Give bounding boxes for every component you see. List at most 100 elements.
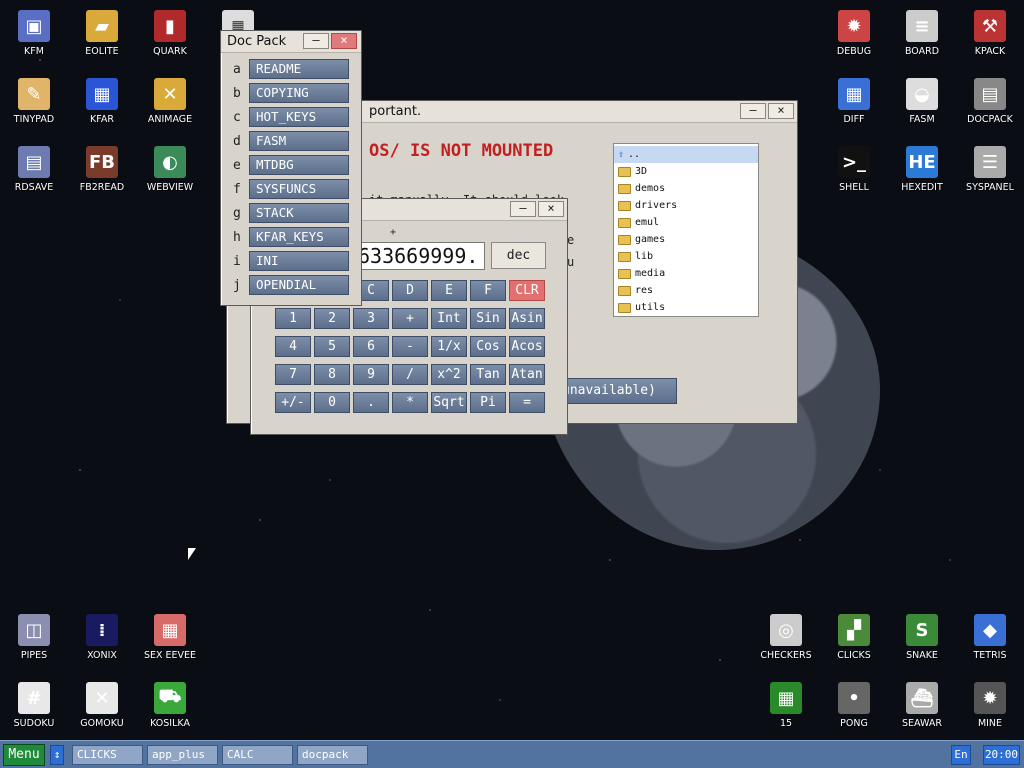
calc-key[interactable]: 2 xyxy=(314,308,350,329)
folder-item[interactable]: media xyxy=(614,265,758,282)
notice-action-button[interactable]: unavailable) xyxy=(557,378,677,404)
folder-item[interactable]: utils xyxy=(614,299,758,316)
calc-key-d[interactable]: D xyxy=(392,280,428,301)
calc-key-f[interactable]: F xyxy=(470,280,506,301)
calc-key[interactable]: 7 xyxy=(275,364,311,385)
docpack-item-stack[interactable]: STACK xyxy=(249,203,349,223)
calc-key[interactable]: Tan xyxy=(470,364,506,385)
minimize-button[interactable]: – xyxy=(740,103,766,119)
calc-key-clr[interactable]: CLR xyxy=(509,280,545,301)
close-button[interactable]: × xyxy=(768,103,794,119)
calc-key[interactable]: 8 xyxy=(314,364,350,385)
docpack-item-opendial[interactable]: OPENDIAL xyxy=(249,275,349,295)
calc-key[interactable]: Asin xyxy=(509,308,545,329)
desktop-icon-gomoku[interactable]: ✕ GOMOKU xyxy=(68,674,136,729)
language-indicator[interactable]: En xyxy=(951,745,971,765)
desktop-icon-kosilka[interactable]: ⛟ KOSILKA xyxy=(136,674,204,729)
taskbar-item-app_plus[interactable]: app_plus xyxy=(147,745,218,765)
desktop-icon-seawar[interactable]: ⛴ SEAWAR xyxy=(888,674,956,729)
docpack-item-sysfuncs[interactable]: SYSFUNCS xyxy=(249,179,349,199)
calc-key[interactable]: 5 xyxy=(314,336,350,357)
desktop-icon-webview[interactable]: ◐ WEBVIEW xyxy=(136,138,204,193)
desktop-icon-board[interactable]: ≡ BOARD xyxy=(888,2,956,57)
docpack-item-fasm[interactable]: FASM xyxy=(249,131,349,151)
docpack-item-copying[interactable]: COPYING xyxy=(249,83,349,103)
calc-key[interactable]: + xyxy=(392,308,428,329)
calc-key[interactable]: 6 xyxy=(353,336,389,357)
desktop-icon-docpack[interactable]: ▤ DOCPACK xyxy=(956,70,1024,125)
desktop-icon-pipes[interactable]: ◫ PIPES xyxy=(0,606,68,661)
taskbar-item-docpack[interactable]: docpack xyxy=(297,745,368,765)
calc-key[interactable]: x^2 xyxy=(431,364,467,385)
clock[interactable]: 20:00 xyxy=(983,745,1020,765)
desktop-icon-hexedit[interactable]: HE HEXEDIT xyxy=(888,138,956,193)
file-list[interactable]: ⇧.. 3D demos drivers emul games lib media res uti… xyxy=(613,143,759,317)
calc-key[interactable]: 0 xyxy=(314,392,350,413)
calc-key[interactable]: * xyxy=(392,392,428,413)
desktop-icon-fb2read[interactable]: FB FB2READ xyxy=(68,138,136,193)
folder-item[interactable]: games xyxy=(614,231,758,248)
calc-key[interactable]: = xyxy=(509,392,545,413)
calc-key[interactable]: 1 xyxy=(275,308,311,329)
desktop-icon-mine[interactable]: ✹ MINE xyxy=(956,674,1024,729)
folder-item[interactable]: emul xyxy=(614,214,758,231)
calc-key[interactable]: Atan xyxy=(509,364,545,385)
desktop-icon-shell[interactable]: >_ SHELL xyxy=(820,138,888,193)
calc-minimize-button[interactable]: – xyxy=(510,201,536,217)
calc-key[interactable]: - xyxy=(392,336,428,357)
desktop-icon-tinypad[interactable]: ✎ TINYPAD xyxy=(0,70,68,125)
docpack-item-mtdbg[interactable]: MTDBG xyxy=(249,155,349,175)
calc-key[interactable]: Int xyxy=(431,308,467,329)
desktop-icon-fasm[interactable]: ◒ FASM xyxy=(888,70,956,125)
desktop-icon-clicks[interactable]: ▞ CLICKS xyxy=(820,606,888,661)
desktop-icon-15[interactable]: ▦ 15 xyxy=(752,674,820,729)
folder-item[interactable]: drivers xyxy=(614,197,758,214)
desktop-icon-syspanel[interactable]: ☰ SYSPANEL xyxy=(956,138,1024,193)
calc-close-button[interactable]: × xyxy=(538,201,564,217)
calc-key[interactable]: Cos xyxy=(470,336,506,357)
taskbar-item-calc[interactable]: CALC xyxy=(222,745,293,765)
desktop-icon-checkers[interactable]: ◎ CHECKERS xyxy=(752,606,820,661)
desktop-icon-eolite[interactable]: ▰ EOLITE xyxy=(68,2,136,57)
desktop-icon-debug[interactable]: ✹ DEBUG xyxy=(820,2,888,57)
desktop-icon-kpack[interactable]: ⚒ KPACK xyxy=(956,2,1024,57)
docpack-close-button[interactable]: × xyxy=(331,33,357,49)
calc-key[interactable]: . xyxy=(353,392,389,413)
docpack-item-hot_keys[interactable]: HOT_KEYS xyxy=(249,107,349,127)
calc-mode-button[interactable]: dec xyxy=(491,242,546,269)
docpack-item-readme[interactable]: README xyxy=(249,59,349,79)
taskbar-switch-icon[interactable]: ↕ xyxy=(50,745,64,765)
calc-key[interactable]: 4 xyxy=(275,336,311,357)
calc-key[interactable]: 3 xyxy=(353,308,389,329)
desktop-icon-sex-eevee[interactable]: ▦ SEX EEVEE xyxy=(136,606,204,661)
calc-key[interactable]: / xyxy=(392,364,428,385)
desktop-icon-kfm[interactable]: ▣ KFM xyxy=(0,2,68,57)
folder-item[interactable]: demos xyxy=(614,180,758,197)
folder-item[interactable]: 3D xyxy=(614,163,758,180)
calc-key[interactable]: Sqrt xyxy=(431,392,467,413)
desktop-icon-tetris[interactable]: ◆ TETRIS xyxy=(956,606,1024,661)
calc-key[interactable]: +/- xyxy=(275,392,311,413)
desktop-icon-sudoku[interactable]: # SUDOKU xyxy=(0,674,68,729)
folder-item[interactable]: res xyxy=(614,282,758,299)
calc-key-e[interactable]: E xyxy=(431,280,467,301)
calc-key[interactable]: Sin xyxy=(470,308,506,329)
desktop-icon-diff[interactable]: ▦ DIFF xyxy=(820,70,888,125)
docpack-window[interactable]: Doc Pack – × a README b COPYING c HOT_KEYS d FA… xyxy=(220,30,362,306)
desktop-icon-pong[interactable]: • PONG xyxy=(820,674,888,729)
docpack-minimize-button[interactable]: – xyxy=(303,33,329,49)
menu-button[interactable]: Menu xyxy=(3,744,45,766)
folder-item[interactable]: lib xyxy=(614,248,758,265)
taskbar-item-clicks[interactable]: CLICKS xyxy=(72,745,143,765)
desktop-icon-kfar[interactable]: ▦ KFAR xyxy=(68,70,136,125)
docpack-item-kfar_keys[interactable]: KFAR_KEYS xyxy=(249,227,349,247)
calc-key[interactable]: Pi xyxy=(470,392,506,413)
desktop-icon-animage[interactable]: ✕ ANIMAGE xyxy=(136,70,204,125)
desktop-icon-rdsave[interactable]: ▤ RDSAVE xyxy=(0,138,68,193)
calc-key[interactable]: 1/x xyxy=(431,336,467,357)
parent-dir-item[interactable]: ⇧.. xyxy=(614,146,758,163)
desktop-icon-quark[interactable]: ▮ QUARK xyxy=(136,2,204,57)
calc-key[interactable]: Acos xyxy=(509,336,545,357)
docpack-item-ini[interactable]: INI xyxy=(249,251,349,271)
desktop-icon-snake[interactable]: S SNAKE xyxy=(888,606,956,661)
